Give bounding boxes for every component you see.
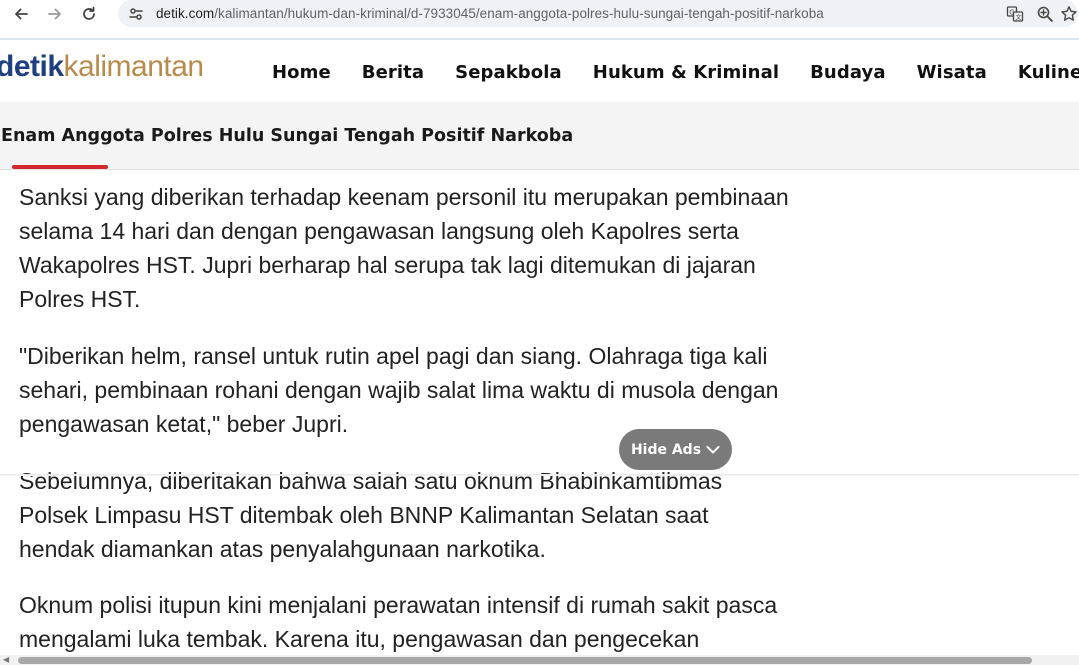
- address-bar[interactable]: detik.com/kalimantan/hukum-dan-kriminal/…: [118, 0, 1078, 27]
- svg-text:G: G: [1009, 8, 1014, 16]
- scrollbar-thumb[interactable]: [18, 657, 1032, 664]
- article-title: Enam Anggota Polres Hulu Sungai Tengah P…: [1, 126, 574, 146]
- browser-toolbar: detik.com/kalimantan/hukum-dan-kriminal/…: [0, 0, 1079, 28]
- nav-item-wisata[interactable]: Wisata: [917, 62, 987, 83]
- nav-item-berita[interactable]: Berita: [362, 62, 424, 83]
- svg-text:文: 文: [1016, 13, 1022, 21]
- title-accent-underline: [12, 165, 108, 169]
- forward-arrow-icon[interactable]: [42, 1, 68, 27]
- hide-ads-label: Hide Ads: [630, 441, 702, 458]
- article-paragraph: "Diberikan helm, ransel untuk rutin apel…: [19, 343, 779, 437]
- site-info-icon[interactable]: [126, 4, 146, 24]
- nav-item-sepakbola[interactable]: Sepakbola: [455, 62, 562, 83]
- site-header: detikkalimantan Home Berita Sepakbola Hu…: [0, 38, 1079, 102]
- horizontal-scrollbar[interactable]: ◀: [0, 655, 1079, 665]
- ad-divider: [0, 474, 1079, 476]
- nav-item-kuliner[interactable]: Kuliner: [1018, 62, 1079, 83]
- logo-brand: detik: [0, 50, 64, 83]
- nav-item-home[interactable]: Home: [272, 62, 331, 83]
- nav-item-hukum-kriminal[interactable]: Hukum & Kriminal: [593, 62, 779, 83]
- reload-icon[interactable]: [76, 1, 102, 27]
- bookmark-star-icon[interactable]: [1060, 1, 1078, 27]
- logo-region: kalimantan: [63, 50, 205, 83]
- zoom-icon[interactable]: [1030, 1, 1060, 27]
- main-nav: Home Berita Sepakbola Hukum & Kriminal B…: [272, 40, 1079, 104]
- back-arrow-icon[interactable]: [8, 1, 34, 27]
- chevron-down-icon: [706, 445, 720, 455]
- url-path: /kalimantan/hukum-dan-kriminal/d-7933045…: [214, 6, 824, 21]
- article-paragraph: Sebelumnya, diberitakan bahwa salah satu…: [19, 468, 723, 562]
- site-logo[interactable]: detikkalimantan: [0, 50, 204, 90]
- sticky-title-bar: Enam Anggota Polres Hulu Sungai Tengah P…: [0, 102, 1079, 170]
- article-paragraph: Oknum polisi itupun kini menjalani peraw…: [19, 592, 778, 652]
- hide-ads-button[interactable]: Hide Ads: [619, 429, 732, 470]
- scroll-left-arrow-icon[interactable]: ◀: [3, 656, 11, 664]
- translate-icon[interactable]: G 文: [1000, 1, 1030, 27]
- article-paragraph: Sanksi yang diberikan terhadap keenam pe…: [19, 184, 789, 312]
- nav-item-budaya[interactable]: Budaya: [810, 62, 886, 83]
- url-text[interactable]: detik.com/kalimantan/hukum-dan-kriminal/…: [156, 6, 824, 21]
- url-host: detik.com: [156, 6, 215, 21]
